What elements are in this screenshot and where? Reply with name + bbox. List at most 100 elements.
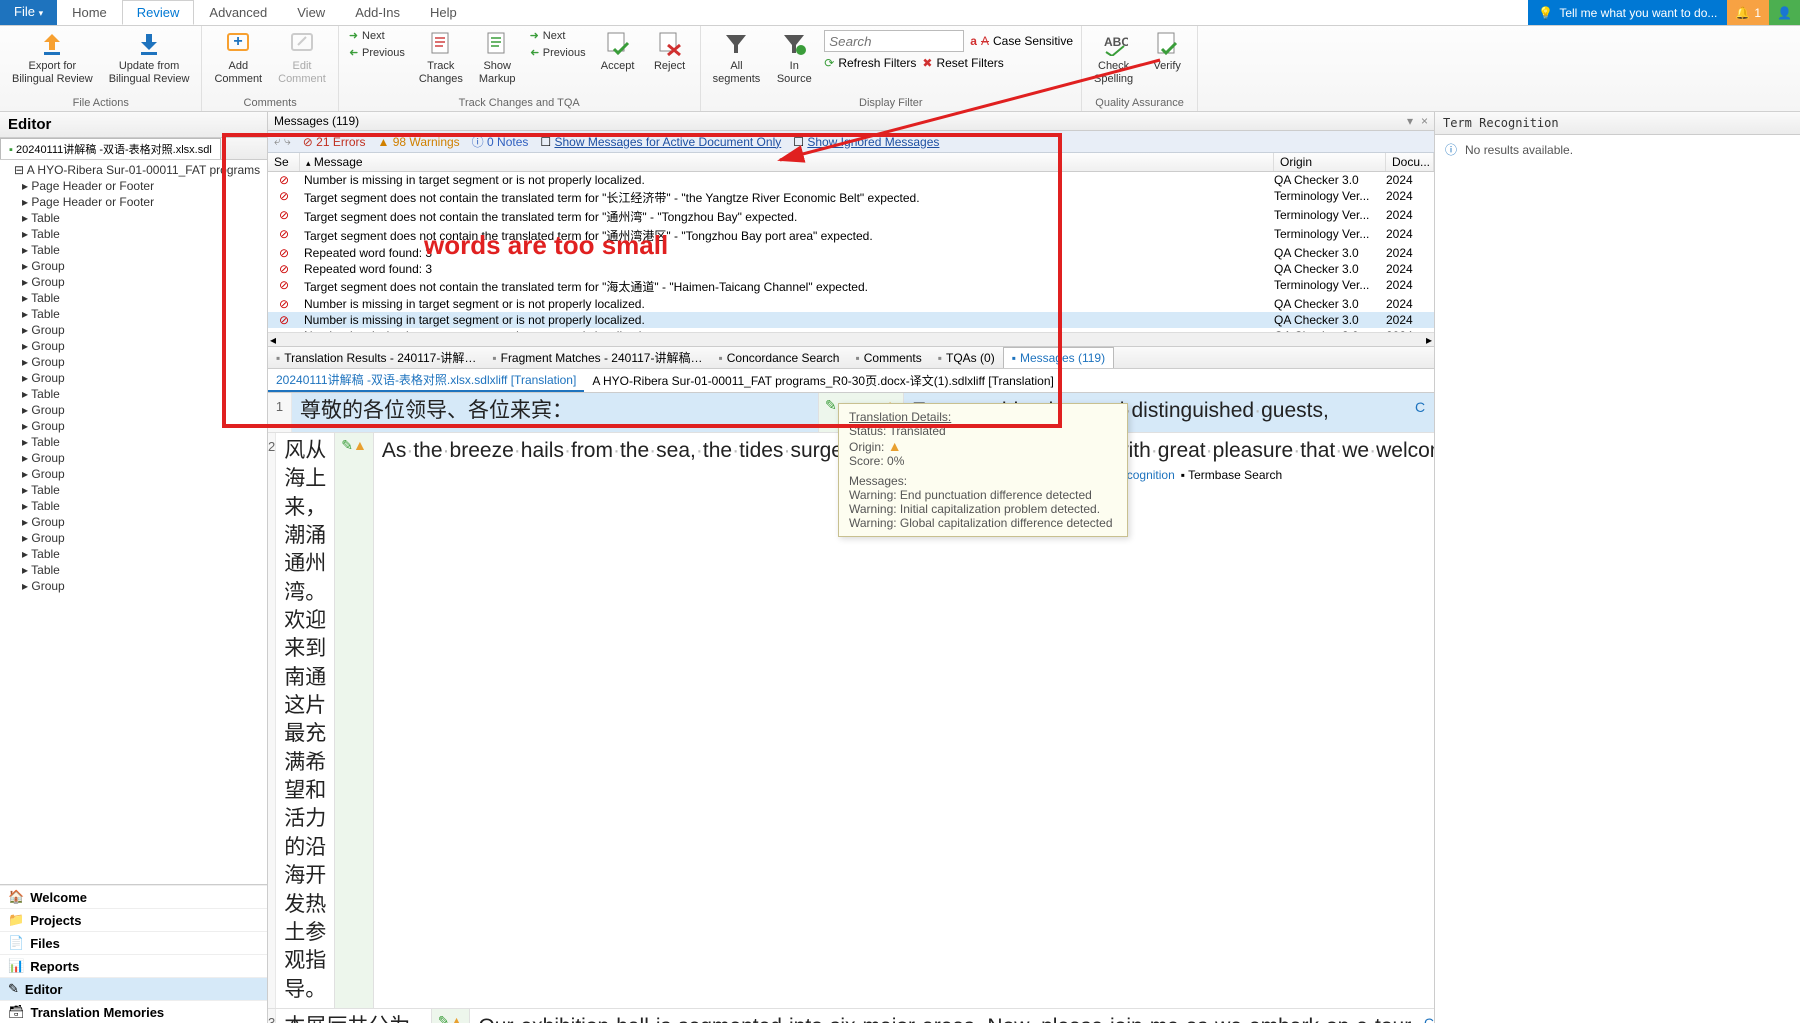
tellme-search[interactable]: 💡 Tell me what you want to do... [1528, 0, 1727, 25]
tree-node[interactable]: ▸ Table [4, 210, 263, 226]
reject-button[interactable]: Reject [648, 28, 692, 75]
show-active-checkbox[interactable]: ☐ Show Messages for Active Document Only [540, 135, 781, 149]
show-ignored-checkbox[interactable]: ☐ Show Ignored Messages [793, 135, 939, 149]
tree-node[interactable]: ▸ Table [4, 546, 263, 562]
messages-dropdown[interactable]: ▾ [1407, 114, 1413, 128]
tree-node[interactable]: ▸ Table [4, 306, 263, 322]
track-changes-button[interactable]: TrackChanges [415, 28, 467, 87]
doc-tab-active[interactable]: 20240111讲解稿 -双语-表格对照.xlsx.sdlxliff [Tran… [268, 369, 584, 392]
errors-filter[interactable]: ⊘ 21 Errors [303, 135, 366, 149]
warnings-filter[interactable]: ▲ 98 Warnings [378, 135, 460, 149]
segment-row[interactable]: 3本展厅共分为六大展区，下面，请各位领导和嘉宾随我一起参观。✎▲Our·exhi… [268, 1009, 1434, 1023]
col-doc[interactable]: Docu... [1386, 153, 1434, 171]
refresh-filters-button[interactable]: ⟳Refresh Filters [824, 56, 916, 70]
show-markup-button[interactable]: ShowMarkup [475, 28, 520, 87]
col-message[interactable]: ▴ Message [300, 153, 1274, 171]
menu-tab-addins[interactable]: Add-Ins [340, 0, 415, 25]
results-tab[interactable]: ▪Comments [847, 347, 929, 368]
nav-welcome[interactable]: 🏠Welcome [0, 885, 267, 908]
tree-node[interactable]: ▸ Table [4, 386, 263, 402]
results-tab[interactable]: ▪Messages (119) [1003, 347, 1114, 368]
tree-node[interactable]: ▸ Group [4, 370, 263, 386]
tree-node[interactable]: ▸ Group [4, 354, 263, 370]
left-doc-tab[interactable]: ▪ 20240111讲解稿 -双语-表格对照.xlsx.sdl [0, 138, 221, 159]
col-origin[interactable]: Origin [1274, 153, 1386, 171]
tree-node[interactable]: ▸ Group [4, 418, 263, 434]
nav-reports[interactable]: 📊Reports [0, 954, 267, 977]
tree-node[interactable]: ▸ Group [4, 530, 263, 546]
hscrollbar[interactable]: ◂▸ [268, 332, 1434, 346]
segment-source[interactable]: 本展厅共分为六大展区，下面，请各位领导和嘉宾随我一起参观。 [276, 1009, 431, 1023]
tree-node[interactable]: ▸ Page Header or Footer [4, 194, 263, 210]
tree-node[interactable]: ▸ Table [4, 498, 263, 514]
tree-node[interactable]: ▸ Table [4, 562, 263, 578]
message-row[interactable]: ⊘Target segment does not contain the tra… [268, 188, 1434, 207]
tree-node[interactable]: ▸ Group [4, 402, 263, 418]
message-row[interactable]: ⊘Number is missing in target segment or … [268, 172, 1434, 188]
add-comment-button[interactable]: + AddComment [210, 28, 266, 87]
tc-prev-button[interactable]: ➜Previous [347, 45, 407, 60]
filter-search-input[interactable] [824, 30, 964, 52]
tree-node[interactable]: ▸ Table [4, 226, 263, 242]
segment-source[interactable]: 尊敬的各位领导、各位来宾： [292, 393, 818, 432]
doc-tab-other[interactable]: A HYO-Ribera Sur-01-00011_FAT programs_R… [584, 369, 1062, 392]
accept-button[interactable]: Accept [596, 28, 640, 75]
nav-translation-memories[interactable]: 🗃Translation Memories [0, 1000, 267, 1023]
in-source-button[interactable]: InSource [772, 28, 816, 87]
term-tab-search[interactable]: ▪ Termbase Search [1181, 468, 1282, 482]
check-spelling-button[interactable]: ABC CheckSpelling [1090, 28, 1137, 87]
segment-status[interactable]: ✎▲ [334, 433, 374, 1008]
notification-button[interactable]: 🔔 1 [1727, 0, 1769, 25]
tree-node[interactable]: ▸ Page Header or Footer [4, 178, 263, 194]
tree-node[interactable]: ▸ Table [4, 434, 263, 450]
export-bilingual-button[interactable]: Export forBilingual Review [8, 28, 97, 87]
menu-tab-view[interactable]: View [282, 0, 340, 25]
tree-node[interactable]: ▸ Table [4, 290, 263, 306]
menu-tab-advanced[interactable]: Advanced [194, 0, 282, 25]
tree-node[interactable]: ▸ Table [4, 242, 263, 258]
verify-button[interactable]: Verify [1145, 28, 1189, 75]
all-segments-button[interactable]: Allsegments [709, 28, 765, 87]
results-tab[interactable]: ▪Fragment Matches - 240117-讲解稿… [484, 347, 710, 368]
nav-projects[interactable]: 📁Projects [0, 908, 267, 931]
tree-node[interactable]: ▸ Group [4, 514, 263, 530]
tree-node[interactable]: ▸ Group [4, 338, 263, 354]
message-row[interactable]: ⊘Number is missing in target segment or … [268, 312, 1434, 328]
results-tab[interactable]: ▪Concordance Search [710, 347, 847, 368]
tc-next-button[interactable]: ➜Next [347, 28, 407, 43]
notes-filter[interactable]: ⓘ 0 Notes [472, 133, 529, 150]
message-row[interactable]: ⊘Number is missing in target segment or … [268, 296, 1434, 312]
message-row[interactable]: ⊘Repeated word found: 3QA Checker 3.0202… [268, 245, 1434, 261]
message-row[interactable]: ⊘Repeated word found: 3QA Checker 3.0202… [268, 261, 1434, 277]
tree-node[interactable]: ▸ Group [4, 450, 263, 466]
tqa-next-button[interactable]: ➜Next [528, 28, 588, 43]
tree-node[interactable]: ⊟ A HYO-Ribera Sur-01-00011_FAT programs [4, 162, 263, 178]
nav-files[interactable]: 📄Files [0, 931, 267, 954]
message-row[interactable]: ⊘Target segment does not contain the tra… [268, 226, 1434, 245]
segment-target[interactable]: Our·exhibition·hall·is·segmented·into·si… [470, 1009, 1423, 1023]
menu-tab-review[interactable]: Review [122, 0, 195, 25]
tree-node[interactable]: ▸ Group [4, 258, 263, 274]
results-tab[interactable]: ▪Translation Results - 240117-讲解… [268, 347, 484, 368]
tree-node[interactable]: ▸ Table [4, 482, 263, 498]
reset-filters-button[interactable]: ✖Reset Filters [922, 56, 1003, 70]
segment-status[interactable]: ✎▲ [431, 1009, 471, 1023]
menu-tab-help[interactable]: Help [415, 0, 472, 25]
tree-node[interactable]: ▸ Group [4, 466, 263, 482]
menu-tab-home[interactable]: Home [57, 0, 122, 25]
document-tree[interactable]: ⊟ A HYO-Ribera Sur-01-00011_FAT programs… [0, 160, 267, 884]
tqa-prev-button[interactable]: ➜Previous [528, 45, 588, 60]
messages-close[interactable]: × [1421, 114, 1428, 128]
segment-source[interactable]: 风从海上来，潮涌通州湾。欢迎来到南通这片最充满希望和活力的沿海开发热土参观指导。 [276, 433, 334, 1008]
tree-node[interactable]: ▸ Group [4, 578, 263, 594]
message-row[interactable]: ⊘Target segment does not contain the tra… [268, 277, 1434, 296]
message-row[interactable]: ⊘Target segment does not contain the tra… [268, 207, 1434, 226]
update-bilingual-button[interactable]: Update fromBilingual Review [105, 28, 194, 87]
col-se[interactable]: Se [268, 153, 300, 171]
message-row[interactable]: ⊘Number is missing in target segment or … [268, 328, 1434, 332]
case-sensitive-checkbox[interactable]: aACase Sensitive [970, 34, 1073, 48]
user-button[interactable]: 👤 [1769, 0, 1800, 25]
tree-node[interactable]: ▸ Group [4, 322, 263, 338]
results-tab[interactable]: ▪TQAs (0) [930, 347, 1003, 368]
toolbar-icons[interactable]: ⤶ ⤷ [274, 134, 291, 149]
